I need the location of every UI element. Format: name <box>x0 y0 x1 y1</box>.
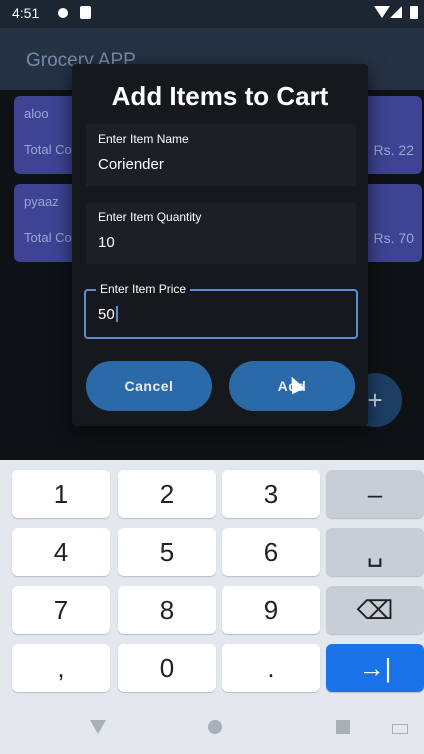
item-name: pyaaz <box>24 194 59 209</box>
item-price-field[interactable]: Enter Item Price 50 <box>84 282 358 339</box>
wifi-icon <box>374 6 390 18</box>
item-name-label: Enter Item Name <box>98 132 189 146</box>
key-comma[interactable]: , <box>12 644 110 692</box>
item-price: Rs. 70 <box>373 230 414 246</box>
key-backspace[interactable]: ⌫ <box>326 586 424 634</box>
key-0[interactable]: 0 <box>118 644 216 692</box>
key-9[interactable]: 9 <box>222 586 320 634</box>
key-8[interactable]: 8 <box>118 586 216 634</box>
status-bar: 4:51 <box>0 0 424 28</box>
key-3[interactable]: 3 <box>222 470 320 518</box>
item-price-text: 50 <box>98 306 115 323</box>
item-name-field[interactable]: Enter Item Name Coriender <box>86 124 356 186</box>
item-quantity-value: 10 <box>98 234 115 251</box>
item-quantity-field[interactable]: Enter Item Quantity 10 <box>86 202 356 264</box>
battery-icon <box>410 6 418 19</box>
signal-icon <box>390 6 402 18</box>
item-price-label: Enter Item Price <box>96 282 191 296</box>
keyboard-switch-icon[interactable] <box>392 724 408 734</box>
key-4[interactable]: 4 <box>12 528 110 576</box>
key-period[interactable]: . <box>222 644 320 692</box>
item-name-value: Coriender <box>98 156 164 173</box>
item-name: aloo <box>24 106 49 121</box>
key-next[interactable]: →| <box>326 644 424 692</box>
back-icon[interactable] <box>90 720 106 734</box>
recent-apps-icon[interactable] <box>336 720 350 734</box>
item-total-label: Total Co <box>24 230 72 245</box>
item-price-value: 50 <box>98 306 118 323</box>
key-5[interactable]: 5 <box>118 528 216 576</box>
sd-card-icon <box>80 6 91 19</box>
key-minus[interactable]: – <box>326 470 424 518</box>
notification-icon <box>58 8 68 18</box>
key-7[interactable]: 7 <box>12 586 110 634</box>
key-6[interactable]: 6 <box>222 528 320 576</box>
key-space[interactable]: ␣ <box>326 528 424 576</box>
system-nav-bar <box>0 704 424 754</box>
key-1[interactable]: 1 <box>12 470 110 518</box>
key-2[interactable]: 2 <box>118 470 216 518</box>
item-total-label: Total Co <box>24 142 72 157</box>
item-price: Rs. 22 <box>373 142 414 158</box>
home-icon[interactable] <box>208 720 222 734</box>
add-items-dialog: Add Items to Cart Enter Item Name Corien… <box>72 64 368 426</box>
numeric-keyboard: 1 2 3 – 4 5 6 ␣ 7 8 9 ⌫ , 0 . →| <box>0 460 424 704</box>
cancel-button[interactable]: Cancel <box>86 361 212 411</box>
item-quantity-label: Enter Item Quantity <box>98 210 202 224</box>
dialog-title: Add Items to Cart <box>111 81 329 111</box>
status-time: 4:51 <box>12 5 40 21</box>
text-cursor <box>115 306 118 322</box>
